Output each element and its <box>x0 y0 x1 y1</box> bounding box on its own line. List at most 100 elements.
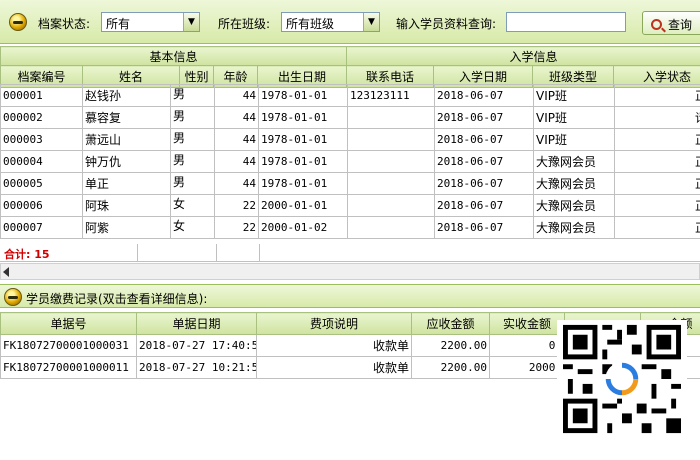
group-header-basic: 基本信息 <box>0 46 348 66</box>
class-label: 所在班级: <box>218 17 271 31</box>
table-cell: 44 <box>214 106 259 129</box>
table-cell: 大豫网会员 <box>533 216 615 239</box>
table-cell: 女 <box>170 194 215 217</box>
table-cell <box>347 150 435 173</box>
table-cell: 2018-06-07 <box>434 106 534 129</box>
table-cell: 男 <box>170 84 215 107</box>
table-cell: 阿紫 <box>82 216 171 239</box>
col-header[interactable]: 实收金额 <box>489 312 565 335</box>
table-cell: 000006 <box>0 194 83 217</box>
table-cell: 000004 <box>0 150 83 173</box>
table-cell: 收款单 <box>256 334 412 357</box>
table-cell: 1978-01-01 <box>258 128 348 151</box>
table-cell: 44 <box>214 84 259 107</box>
summary-cell <box>216 244 260 262</box>
table-cell: 男 <box>170 106 215 129</box>
table-cell: 0. <box>489 334 565 357</box>
table-cell: 1978-01-01 <box>258 106 348 129</box>
archive-status-select[interactable]: 所有 ▼ <box>101 12 200 32</box>
table-cell: 阿珠 <box>82 194 171 217</box>
students-table: 基本信息 入学信息 档案编号 姓名 性别 年龄 出生日期 联系电话 入学日期 班… <box>0 46 700 88</box>
table-cell: 慕容复 <box>82 106 171 129</box>
table-cell: VIP班 <box>533 128 615 151</box>
summary-row: 合计: 15 <box>0 244 700 262</box>
table-cell: 请假 <box>614 106 700 129</box>
query-button-label: 查询 <box>668 18 693 32</box>
table-cell: 22 <box>214 216 259 239</box>
horizontal-scrollbar[interactable] <box>0 263 700 280</box>
table-cell: 正常 <box>614 128 700 151</box>
table-cell: 2018-06-07 <box>434 128 534 151</box>
table-cell: FK18072700001000031 <box>0 334 137 357</box>
total-count: 合计: 15 <box>4 248 50 261</box>
qr-code-icon <box>557 320 687 438</box>
table-cell <box>347 106 435 129</box>
table-cell: 2018-07-27 10:21:53 <box>136 356 257 379</box>
table-cell: 正常 <box>614 194 700 217</box>
scroll-left-icon[interactable] <box>3 267 9 277</box>
students-table-body: 000001 赵钱孙男 44 1978-01-01 123123111 2018-06-0… <box>0 84 700 239</box>
search-label: 输入学员资料查询: <box>396 17 497 31</box>
table-cell: 正常 <box>614 172 700 195</box>
table-row[interactable]: 000002慕容复男441978-01-01 2018-06-07VIP班请假 <box>0 106 700 129</box>
table-cell: 2000. <box>489 356 565 379</box>
table-cell: 2018-06-07 <box>434 194 534 217</box>
class-value: 所有班级 <box>286 17 335 31</box>
table-cell: 2200.00 <box>411 334 490 357</box>
table-cell: 萧远山 <box>82 128 171 151</box>
table-cell <box>347 216 435 239</box>
table-cell: 大豫网会员 <box>533 194 615 217</box>
table-cell: 单正 <box>82 172 171 195</box>
archive-status-label: 档案状态: <box>38 17 91 31</box>
chevron-down-icon[interactable]: ▼ <box>183 13 199 31</box>
query-button[interactable]: 查询 <box>642 11 700 35</box>
table-cell: 女 <box>170 216 215 239</box>
table-row[interactable]: 000004钟万仇男441978-01-01 2018-06-07大豫网会员正常 <box>0 150 700 173</box>
table-cell: 123123111 <box>347 84 435 107</box>
table-row[interactable]: 000006阿珠女222000-01-01 2018-06-07大豫网会员正常 <box>0 194 700 217</box>
table-cell: 2018-07-27 17:40:51 <box>136 334 257 357</box>
table-cell: 22 <box>214 194 259 217</box>
table-cell: 男 <box>170 128 215 151</box>
table-cell: 2018-06-07 <box>434 84 534 107</box>
chevron-down-icon[interactable]: ▼ <box>363 13 379 31</box>
table-cell <box>347 128 435 151</box>
col-header[interactable]: 应收金额 <box>411 312 490 335</box>
col-header[interactable]: 单据号 <box>0 312 137 335</box>
table-cell: 000005 <box>0 172 83 195</box>
table-cell: FK18072700001000011 <box>0 356 137 379</box>
table-cell: 44 <box>214 172 259 195</box>
table-cell: 1978-01-01 <box>258 150 348 173</box>
table-cell: 2018-06-07 <box>434 172 534 195</box>
table-row[interactable]: 000003萧远山男441978-01-01 2018-06-07VIP班正常 <box>0 128 700 151</box>
table-cell: 大豫网会员 <box>533 150 615 173</box>
table-cell: 44 <box>214 150 259 173</box>
table-cell: 正常 <box>614 150 700 173</box>
search-input[interactable] <box>506 12 626 32</box>
table-cell: 2018-06-07 <box>434 150 534 173</box>
table-row[interactable]: 000001 赵钱孙男 44 1978-01-01 123123111 2018-06-0… <box>0 84 700 107</box>
table-row[interactable]: 000005单正男441978-01-01 2018-06-07大豫网会员正常 <box>0 172 700 195</box>
table-cell: 000002 <box>0 106 83 129</box>
archive-status-value: 所有 <box>106 17 131 31</box>
table-cell: 男 <box>170 172 215 195</box>
payments-section-header: 学员缴费记录(双击查看详细信息): <box>0 284 700 308</box>
magnifier-icon <box>651 19 662 30</box>
status-orb-icon <box>4 288 22 306</box>
class-select[interactable]: 所有班级 ▼ <box>281 12 380 32</box>
table-cell: 收款单 <box>256 356 412 379</box>
table-cell: 大豫网会员 <box>533 172 615 195</box>
table-cell: 正常 <box>614 216 700 239</box>
table-cell: 44 <box>214 128 259 151</box>
table-cell: 2200.00 <box>411 356 490 379</box>
table-cell: 2000-01-01 <box>258 194 348 217</box>
group-header-row: 基本信息 入学信息 <box>0 46 700 66</box>
col-header[interactable]: 单据日期 <box>136 312 257 335</box>
table-cell <box>347 172 435 195</box>
table-cell <box>347 194 435 217</box>
col-header[interactable]: 费项说明 <box>256 312 412 335</box>
table-cell: 2018-06-07 <box>434 216 534 239</box>
table-cell: 1978-01-01 <box>258 172 348 195</box>
payments-section-title: 学员缴费记录(双击查看详细信息): <box>26 292 208 306</box>
table-row[interactable]: 000007阿紫女222000-01-02 2018-06-07大豫网会员正常 <box>0 216 700 239</box>
